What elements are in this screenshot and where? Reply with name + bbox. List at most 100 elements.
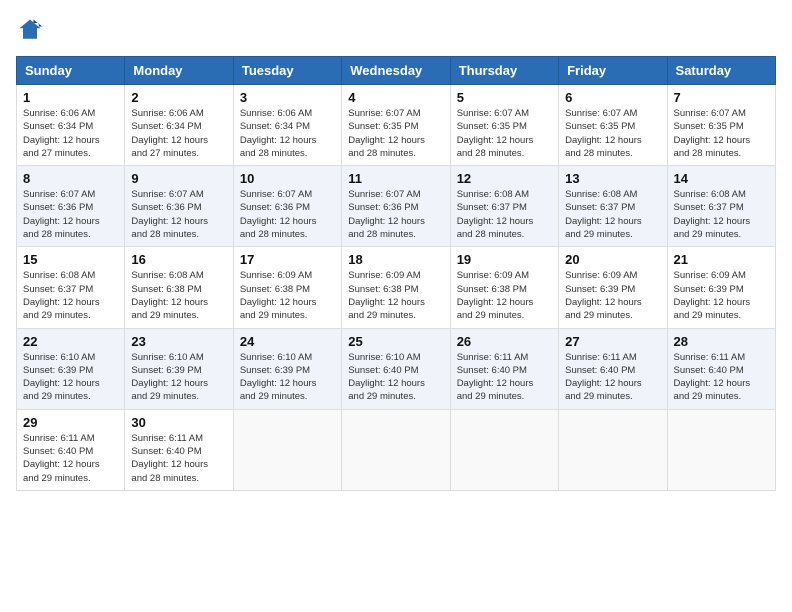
calendar-cell: 4Sunrise: 6:07 AMSunset: 6:35 PMDaylight… xyxy=(342,85,450,166)
calendar-table: SundayMondayTuesdayWednesdayThursdayFrid… xyxy=(16,56,776,491)
day-detail: Sunrise: 6:09 AMSunset: 6:38 PMDaylight:… xyxy=(240,269,335,322)
logo xyxy=(16,16,48,44)
day-detail: Sunrise: 6:07 AMSunset: 6:35 PMDaylight:… xyxy=(565,107,660,160)
calendar-week-2: 8 Sunrise: 6:07 AMSunset: 6:36 PMDaylight… xyxy=(17,166,776,247)
day-detail: Sunrise: 6:10 AMSunset: 6:40 PMDaylight:… xyxy=(348,351,443,404)
day-detail: Sunrise: 6:09 AMSunset: 6:38 PMDaylight:… xyxy=(348,269,443,322)
day-detail: Sunrise: 6:06 AMSunset: 6:34 PMDaylight:… xyxy=(131,107,226,160)
day-detail: Sunrise: 6:10 AMSunset: 6:39 PMDaylight:… xyxy=(131,351,226,404)
day-number: 22 xyxy=(23,334,118,349)
day-detail: Sunrise: 6:08 AMSunset: 6:37 PMDaylight:… xyxy=(565,188,660,241)
day-number: 23 xyxy=(131,334,226,349)
calendar-cell: 6 Sunrise: 6:07 AMSunset: 6:35 PMDaylight… xyxy=(559,85,667,166)
day-number: 30 xyxy=(131,415,226,430)
day-number: 28 xyxy=(674,334,769,349)
calendar-cell: 7 Sunrise: 6:07 AMSunset: 6:35 PMDaylight… xyxy=(667,85,775,166)
day-number: 13 xyxy=(565,171,660,186)
calendar-cell: 22 Sunrise: 6:10 AMSunset: 6:39 PMDayligh… xyxy=(17,328,125,409)
day-number: 21 xyxy=(674,252,769,267)
calendar-cell: 2 Sunrise: 6:06 AMSunset: 6:34 PMDaylight… xyxy=(125,85,233,166)
day-detail: Sunrise: 6:08 AMSunset: 6:38 PMDaylight:… xyxy=(131,269,226,322)
day-detail: Sunrise: 6:07 AMSunset: 6:35 PMDaylight:… xyxy=(674,107,769,160)
day-number: 14 xyxy=(674,171,769,186)
day-number: 9 xyxy=(131,171,226,186)
day-detail: Sunrise: 6:11 AMSunset: 6:40 PMDaylight:… xyxy=(131,432,226,485)
page-header xyxy=(16,16,776,44)
day-detail: Sunrise: 6:11 AMSunset: 6:40 PMDaylight:… xyxy=(23,432,118,485)
calendar-cell xyxy=(342,409,450,490)
day-number: 1 xyxy=(23,90,118,105)
day-number: 7 xyxy=(674,90,769,105)
calendar-header-saturday: Saturday xyxy=(667,57,775,85)
calendar-cell: 23 Sunrise: 6:10 AMSunset: 6:39 PMDayligh… xyxy=(125,328,233,409)
calendar-cell: 18 Sunrise: 6:09 AMSunset: 6:38 PMDayligh… xyxy=(342,247,450,328)
day-detail: Sunrise: 6:10 AMSunset: 6:39 PMDaylight:… xyxy=(240,351,335,404)
day-detail: Sunrise: 6:11 AMSunset: 6:40 PMDaylight:… xyxy=(457,351,552,404)
calendar-header-tuesday: Tuesday xyxy=(233,57,341,85)
day-detail: Sunrise: 6:07 AMSunset: 6:36 PMDaylight:… xyxy=(23,188,118,241)
logo-icon xyxy=(16,16,44,44)
calendar-cell: 27 Sunrise: 6:11 AMSunset: 6:40 PMDayligh… xyxy=(559,328,667,409)
day-detail: Sunrise: 6:07 AMSunset: 6:36 PMDaylight:… xyxy=(240,188,335,241)
day-number: 6 xyxy=(565,90,660,105)
calendar-cell: 5 Sunrise: 6:07 AMSunset: 6:35 PMDaylight… xyxy=(450,85,558,166)
calendar-cell: 19Sunrise: 6:09 AMSunset: 6:38 PMDayligh… xyxy=(450,247,558,328)
day-detail: Sunrise: 6:10 AMSunset: 6:39 PMDaylight:… xyxy=(23,351,118,404)
day-detail: Sunrise: 6:06 AMSunset: 6:34 PMDaylight:… xyxy=(240,107,335,160)
day-number: 15 xyxy=(23,252,118,267)
calendar-cell: 1 Sunrise: 6:06 AMSunset: 6:34 PMDaylight… xyxy=(17,85,125,166)
day-number: 5 xyxy=(457,90,552,105)
day-number: 3 xyxy=(240,90,335,105)
day-number: 12 xyxy=(457,171,552,186)
calendar-cell: 21 Sunrise: 6:09 AMSunset: 6:39 PMDayligh… xyxy=(667,247,775,328)
day-detail: Sunrise: 6:09 AMSunset: 6:38 PMDaylight:… xyxy=(457,269,552,322)
calendar-cell: 15 Sunrise: 6:08 AMSunset: 6:37 PMDayligh… xyxy=(17,247,125,328)
calendar-cell: 30 Sunrise: 6:11 AMSunset: 6:40 PMDayligh… xyxy=(125,409,233,490)
calendar-cell: 12 Sunrise: 6:08 AMSunset: 6:37 PMDayligh… xyxy=(450,166,558,247)
calendar-cell: 8 Sunrise: 6:07 AMSunset: 6:36 PMDaylight… xyxy=(17,166,125,247)
day-number: 24 xyxy=(240,334,335,349)
calendar-cell: 20Sunrise: 6:09 AMSunset: 6:39 PMDayligh… xyxy=(559,247,667,328)
day-detail: Sunrise: 6:07 AMSunset: 6:36 PMDaylight:… xyxy=(131,188,226,241)
calendar-header-thursday: Thursday xyxy=(450,57,558,85)
calendar-cell xyxy=(559,409,667,490)
day-number: 26 xyxy=(457,334,552,349)
day-number: 10 xyxy=(240,171,335,186)
calendar-week-3: 15 Sunrise: 6:08 AMSunset: 6:37 PMDayligh… xyxy=(17,247,776,328)
day-number: 8 xyxy=(23,171,118,186)
calendar-header-sunday: Sunday xyxy=(17,57,125,85)
day-number: 18 xyxy=(348,252,443,267)
calendar-cell: 10 Sunrise: 6:07 AMSunset: 6:36 PMDayligh… xyxy=(233,166,341,247)
calendar-cell: 25Sunrise: 6:10 AMSunset: 6:40 PMDayligh… xyxy=(342,328,450,409)
calendar-week-4: 22 Sunrise: 6:10 AMSunset: 6:39 PMDayligh… xyxy=(17,328,776,409)
day-detail: Sunrise: 6:06 AMSunset: 6:34 PMDaylight:… xyxy=(23,107,118,160)
day-detail: Sunrise: 6:09 AMSunset: 6:39 PMDaylight:… xyxy=(674,269,769,322)
calendar-cell: 14Sunrise: 6:08 AMSunset: 6:37 PMDayligh… xyxy=(667,166,775,247)
calendar-cell: 11Sunrise: 6:07 AMSunset: 6:36 PMDayligh… xyxy=(342,166,450,247)
day-number: 27 xyxy=(565,334,660,349)
calendar-week-1: 1 Sunrise: 6:06 AMSunset: 6:34 PMDaylight… xyxy=(17,85,776,166)
day-number: 16 xyxy=(131,252,226,267)
day-number: 11 xyxy=(348,171,443,186)
day-number: 4 xyxy=(348,90,443,105)
day-number: 29 xyxy=(23,415,118,430)
calendar-cell xyxy=(233,409,341,490)
calendar-cell: 24 Sunrise: 6:10 AMSunset: 6:39 PMDayligh… xyxy=(233,328,341,409)
calendar-cell: 26 Sunrise: 6:11 AMSunset: 6:40 PMDayligh… xyxy=(450,328,558,409)
calendar-cell xyxy=(450,409,558,490)
day-detail: Sunrise: 6:08 AMSunset: 6:37 PMDaylight:… xyxy=(457,188,552,241)
calendar-cell: 17Sunrise: 6:09 AMSunset: 6:38 PMDayligh… xyxy=(233,247,341,328)
calendar-header-row: SundayMondayTuesdayWednesdayThursdayFrid… xyxy=(17,57,776,85)
day-detail: Sunrise: 6:11 AMSunset: 6:40 PMDaylight:… xyxy=(565,351,660,404)
calendar-cell xyxy=(667,409,775,490)
calendar-header-friday: Friday xyxy=(559,57,667,85)
calendar-cell: 16 Sunrise: 6:08 AMSunset: 6:38 PMDayligh… xyxy=(125,247,233,328)
day-detail: Sunrise: 6:07 AMSunset: 6:35 PMDaylight:… xyxy=(457,107,552,160)
day-detail: Sunrise: 6:11 AMSunset: 6:40 PMDaylight:… xyxy=(674,351,769,404)
calendar-header-monday: Monday xyxy=(125,57,233,85)
calendar-cell: 28 Sunrise: 6:11 AMSunset: 6:40 PMDayligh… xyxy=(667,328,775,409)
calendar-cell: 3 Sunrise: 6:06 AMSunset: 6:34 PMDaylight… xyxy=(233,85,341,166)
day-detail: Sunrise: 6:09 AMSunset: 6:39 PMDaylight:… xyxy=(565,269,660,322)
day-number: 2 xyxy=(131,90,226,105)
day-detail: Sunrise: 6:08 AMSunset: 6:37 PMDaylight:… xyxy=(23,269,118,322)
